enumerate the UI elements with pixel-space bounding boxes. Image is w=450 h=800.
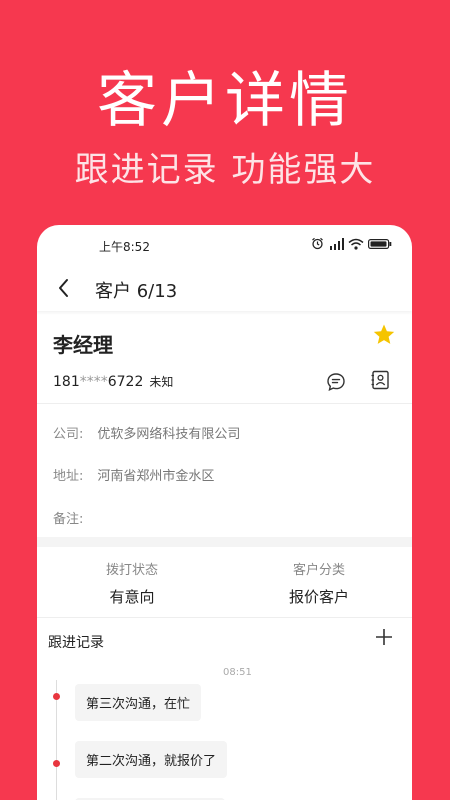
follow-up-record[interactable]: 第二次沟通，就报价了 bbox=[75, 741, 228, 778]
nav-bar: 客户 6/13 bbox=[37, 265, 412, 311]
phone-screen: 上午8:52 客户 6/13 李经理 181****6722 未知 公司: 优软… bbox=[37, 225, 412, 800]
address-row: 地址: 河南省郑州市金水区 bbox=[53, 465, 214, 484]
contact-book-icon bbox=[371, 370, 389, 390]
alarm-icon bbox=[311, 237, 324, 250]
customer-category-value: 报价客户 bbox=[288, 588, 349, 606]
company-row: 公司: 优软多网络科技有限公司 bbox=[53, 423, 240, 442]
gender-label: 未知 bbox=[149, 375, 174, 389]
follow-up-record[interactable]: 第三次沟通，在忙 bbox=[75, 684, 202, 721]
star-icon bbox=[373, 324, 395, 344]
timeline-dot bbox=[53, 693, 60, 700]
customer-category-label: 客户分类 bbox=[292, 563, 345, 578]
status-time: 上午8:52 bbox=[99, 240, 150, 254]
hero-title: 客户详情 bbox=[97, 66, 353, 136]
chevron-left-icon bbox=[59, 279, 68, 297]
section-gap bbox=[37, 537, 412, 547]
note-row: 备注: bbox=[53, 508, 97, 527]
hero-subtitle: 跟进记录 功能强大 bbox=[74, 150, 376, 190]
customer-category-stat: 客户分类 报价客户 bbox=[249, 559, 389, 607]
phone-prefix: 181 bbox=[53, 374, 80, 390]
address-value: 河南省郑州市金水区 bbox=[97, 469, 215, 484]
company-label: 公司: bbox=[53, 427, 84, 442]
divider bbox=[37, 403, 412, 404]
company-value: 优软多网络科技有限公司 bbox=[97, 427, 241, 442]
note-label: 备注: bbox=[53, 512, 84, 527]
wifi-icon bbox=[348, 238, 364, 250]
timeline-dot bbox=[53, 760, 60, 767]
follow-up-title: 跟进记录 bbox=[48, 635, 104, 651]
cellular-signal-icon bbox=[328, 237, 344, 250]
battery-icon bbox=[368, 238, 392, 250]
add-follow-up-button[interactable] bbox=[374, 627, 394, 647]
message-icon bbox=[327, 373, 345, 392]
plus-icon bbox=[376, 629, 392, 645]
send-message-button[interactable] bbox=[325, 371, 347, 393]
page-title: 客户 6/13 bbox=[95, 281, 178, 302]
phone-number: 181****6722 未知 bbox=[53, 373, 173, 390]
status-icons bbox=[311, 237, 392, 250]
contact-card-button[interactable] bbox=[369, 369, 391, 391]
phone-mask: **** bbox=[79, 374, 108, 390]
address-label: 地址: bbox=[53, 469, 84, 484]
back-button[interactable] bbox=[51, 274, 75, 302]
phone-suffix: 6722 bbox=[107, 374, 144, 390]
follow-up-time: 08:51 bbox=[223, 667, 252, 678]
divider bbox=[37, 617, 412, 618]
contact-name: 李经理 bbox=[53, 333, 113, 357]
dial-status-label: 拨打状态 bbox=[105, 563, 158, 578]
dial-status-value: 有意向 bbox=[109, 588, 155, 606]
favorite-button[interactable] bbox=[372, 323, 396, 347]
dial-status-stat: 拨打状态 有意向 bbox=[62, 559, 202, 607]
status-bar: 上午8:52 bbox=[37, 225, 412, 265]
